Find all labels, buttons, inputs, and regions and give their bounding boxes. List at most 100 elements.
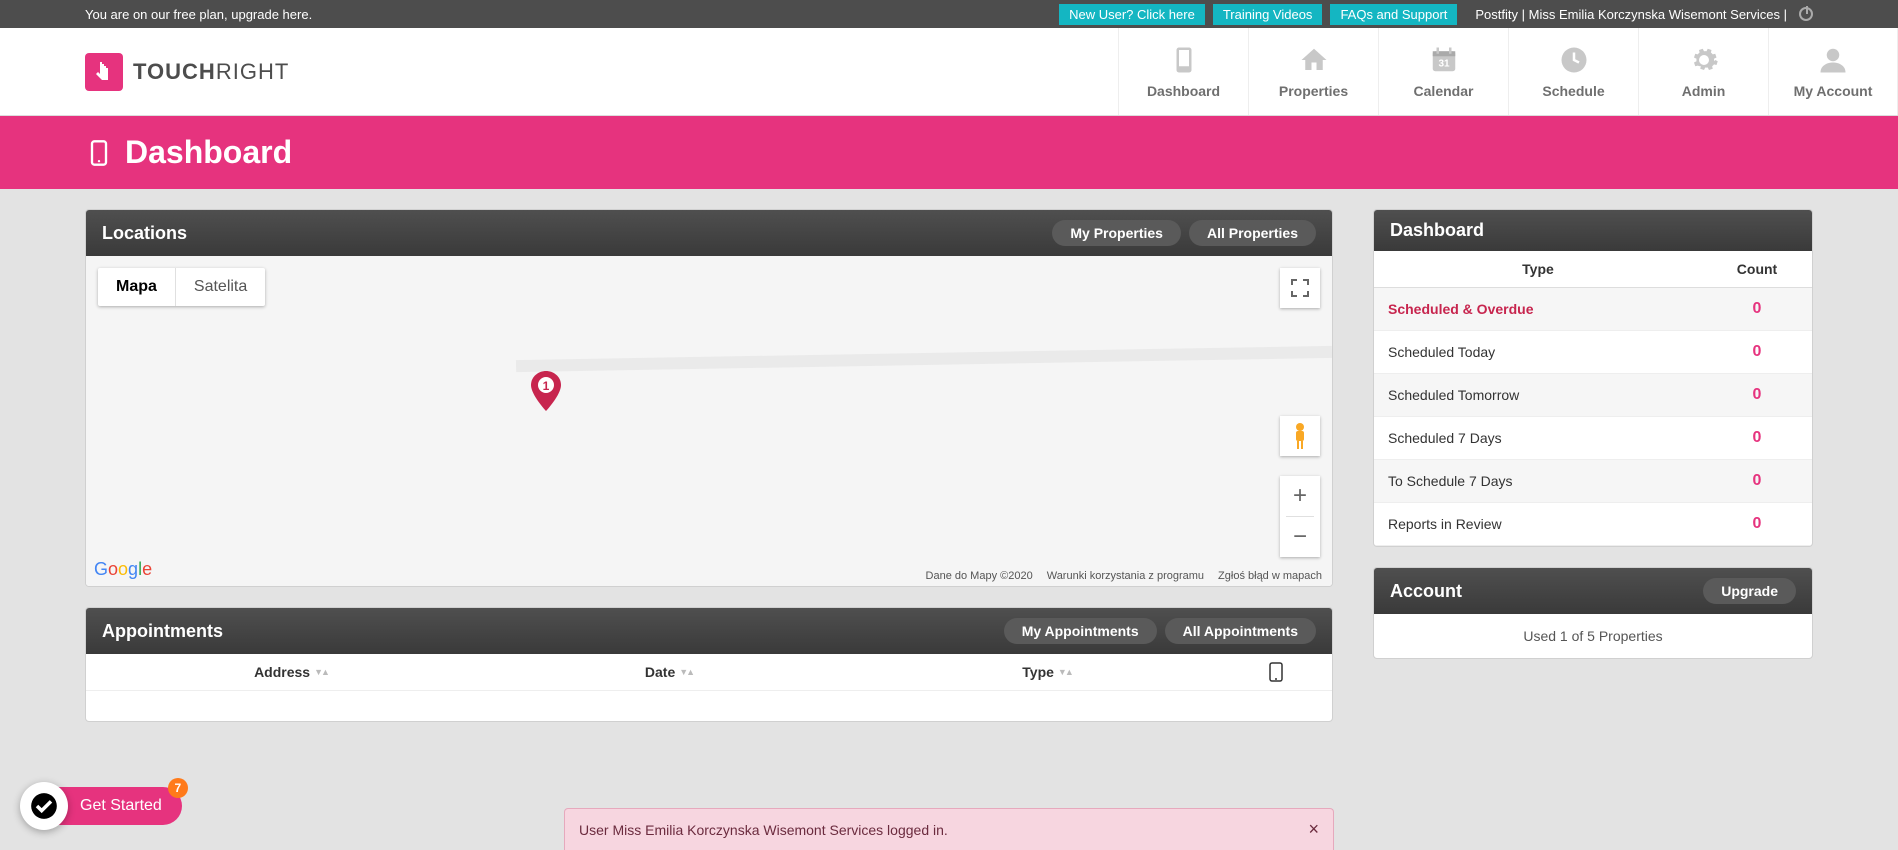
upgrade-message[interactable]: You are on our free plan, upgrade here. xyxy=(85,7,1059,22)
training-videos-button[interactable]: Training Videos xyxy=(1213,4,1323,25)
zoom-control: + − xyxy=(1280,476,1320,557)
nav-label: Properties xyxy=(1279,83,1348,99)
sort-icon: ▼▲ xyxy=(679,667,693,677)
locations-title: Locations xyxy=(102,223,1044,244)
svg-text:31: 31 xyxy=(1438,58,1450,69)
sort-icon: ▼▲ xyxy=(1058,667,1072,677)
appointments-table-header: Address▼▲ Date▼▲ Type▼▲ xyxy=(86,654,1332,691)
house-icon xyxy=(1299,45,1329,75)
col-count-header: Count xyxy=(1702,251,1812,288)
map-data-text: Dane do Mapy ©2020 xyxy=(926,570,1033,582)
table-row[interactable]: Scheduled & Overdue0 xyxy=(1374,288,1812,331)
appointments-panel: Appointments My Appointments All Appoint… xyxy=(85,607,1333,722)
device-icon xyxy=(1169,45,1199,75)
stat-label: Scheduled 7 Days xyxy=(1374,417,1702,460)
nav-label: Schedule xyxy=(1542,83,1604,99)
my-appointments-button[interactable]: My Appointments xyxy=(1004,618,1157,644)
dashboard-stats-panel: Dashboard Type Count Scheduled & Overdue… xyxy=(1373,209,1813,547)
table-row[interactable]: Scheduled Tomorrow0 xyxy=(1374,374,1812,417)
get-started-badge: 7 xyxy=(168,778,188,798)
top-bar: You are on our free plan, upgrade here. … xyxy=(0,0,1898,28)
map-type-control: Mapa Satelita xyxy=(98,268,265,306)
streetview-button[interactable] xyxy=(1280,416,1320,456)
map-type-satellite[interactable]: Satelita xyxy=(176,268,265,306)
map-terms-link[interactable]: Warunki korzystania z programu xyxy=(1047,570,1204,582)
faqs-support-button[interactable]: FAQs and Support xyxy=(1330,4,1457,25)
nav-label: Admin xyxy=(1682,83,1726,99)
stat-count: 0 xyxy=(1702,417,1812,460)
svg-text:1: 1 xyxy=(543,379,550,393)
nav-my-account[interactable]: My Account xyxy=(1768,28,1898,115)
col-date[interactable]: Date▼▲ xyxy=(480,662,858,682)
stat-label: Reports in Review xyxy=(1374,503,1702,546)
all-appointments-button[interactable]: All Appointments xyxy=(1165,618,1316,644)
appointments-title: Appointments xyxy=(102,621,996,642)
new-user-button[interactable]: New User? Click here xyxy=(1059,4,1205,25)
fullscreen-icon xyxy=(1291,279,1309,297)
calendar-icon: 31 xyxy=(1429,45,1459,75)
get-started-widget[interactable]: Get Started 7 xyxy=(20,782,182,830)
nav-label: Calendar xyxy=(1414,83,1474,99)
table-row[interactable]: Scheduled Today0 xyxy=(1374,331,1812,374)
logo-mark-icon xyxy=(85,53,123,91)
stat-label: To Schedule 7 Days xyxy=(1374,460,1702,503)
stat-label: Scheduled Today xyxy=(1374,331,1702,374)
checkmark-icon xyxy=(20,782,68,830)
page-title-bar: Dashboard xyxy=(0,116,1898,189)
sort-icon: ▼▲ xyxy=(314,667,328,677)
logout-icon[interactable] xyxy=(1799,7,1813,21)
user-identity: Postfity | Miss Emilia Korczynska Wisemo… xyxy=(1475,7,1787,22)
toast-close-button[interactable]: × xyxy=(1308,819,1319,840)
nav-schedule[interactable]: Schedule xyxy=(1508,28,1638,115)
stat-label: Scheduled & Overdue xyxy=(1374,288,1702,331)
get-started-label: Get Started xyxy=(50,787,182,825)
locations-panel: Locations My Properties All Properties M… xyxy=(85,209,1333,587)
user-icon xyxy=(1818,45,1848,75)
col-device[interactable] xyxy=(1236,662,1316,682)
map-report-link[interactable]: Zgłoś błąd w mapach xyxy=(1218,570,1322,582)
col-address[interactable]: Address▼▲ xyxy=(102,662,480,682)
google-logo: Google xyxy=(94,559,152,580)
map-type-map[interactable]: Mapa xyxy=(98,268,175,306)
zoom-in-button[interactable]: + xyxy=(1280,476,1320,516)
stat-label: Scheduled Tomorrow xyxy=(1374,374,1702,417)
page-title: Dashboard xyxy=(125,134,292,171)
map-road-shape xyxy=(516,346,1332,372)
my-properties-button[interactable]: My Properties xyxy=(1052,220,1181,246)
account-panel: Account Upgrade Used 1 of 5 Properties xyxy=(1373,567,1813,659)
account-title: Account xyxy=(1390,581,1695,602)
zoom-out-button[interactable]: − xyxy=(1280,517,1320,557)
nav-label: My Account xyxy=(1794,83,1873,99)
stat-count: 0 xyxy=(1702,331,1812,374)
col-type-header: Type xyxy=(1374,251,1702,288)
stat-count: 0 xyxy=(1702,288,1812,331)
map-marker-icon[interactable]: 1 xyxy=(531,371,561,414)
clock-icon xyxy=(1559,45,1589,75)
table-row[interactable]: Reports in Review0 xyxy=(1374,503,1812,546)
fullscreen-button[interactable] xyxy=(1280,268,1320,308)
nav-dashboard[interactable]: Dashboard xyxy=(1118,28,1248,115)
logo[interactable]: TOUCHRIGHT xyxy=(85,28,1118,115)
logo-text: TOUCHRIGHT xyxy=(133,59,289,85)
gear-icon xyxy=(1689,45,1719,75)
nav-calendar[interactable]: 31 Calendar xyxy=(1378,28,1508,115)
table-row[interactable]: To Schedule 7 Days0 xyxy=(1374,460,1812,503)
all-properties-button[interactable]: All Properties xyxy=(1189,220,1316,246)
table-row[interactable]: Scheduled 7 Days0 xyxy=(1374,417,1812,460)
main-nav: TOUCHRIGHT Dashboard Properties 31 Calen… xyxy=(0,28,1898,116)
login-toast: User Miss Emilia Korczynska Wisemont Ser… xyxy=(564,808,1334,850)
nav-properties[interactable]: Properties xyxy=(1248,28,1378,115)
dashboard-stats-table: Type Count Scheduled & Overdue0Scheduled… xyxy=(1374,251,1812,546)
nav-admin[interactable]: Admin xyxy=(1638,28,1768,115)
map-attribution: Dane do Mapy ©2020 Warunki korzystania z… xyxy=(922,566,1326,586)
stat-count: 0 xyxy=(1702,503,1812,546)
account-usage-text: Used 1 of 5 Properties xyxy=(1374,614,1812,658)
col-type[interactable]: Type▼▲ xyxy=(858,662,1236,682)
device-icon xyxy=(85,135,113,171)
toast-message: User Miss Emilia Korczynska Wisemont Ser… xyxy=(579,822,1308,838)
device-icon xyxy=(1269,662,1283,682)
stat-count: 0 xyxy=(1702,374,1812,417)
map-canvas[interactable]: Mapa Satelita 1 + − Google xyxy=(86,256,1332,586)
stat-count: 0 xyxy=(1702,460,1812,503)
upgrade-button[interactable]: Upgrade xyxy=(1703,578,1796,604)
